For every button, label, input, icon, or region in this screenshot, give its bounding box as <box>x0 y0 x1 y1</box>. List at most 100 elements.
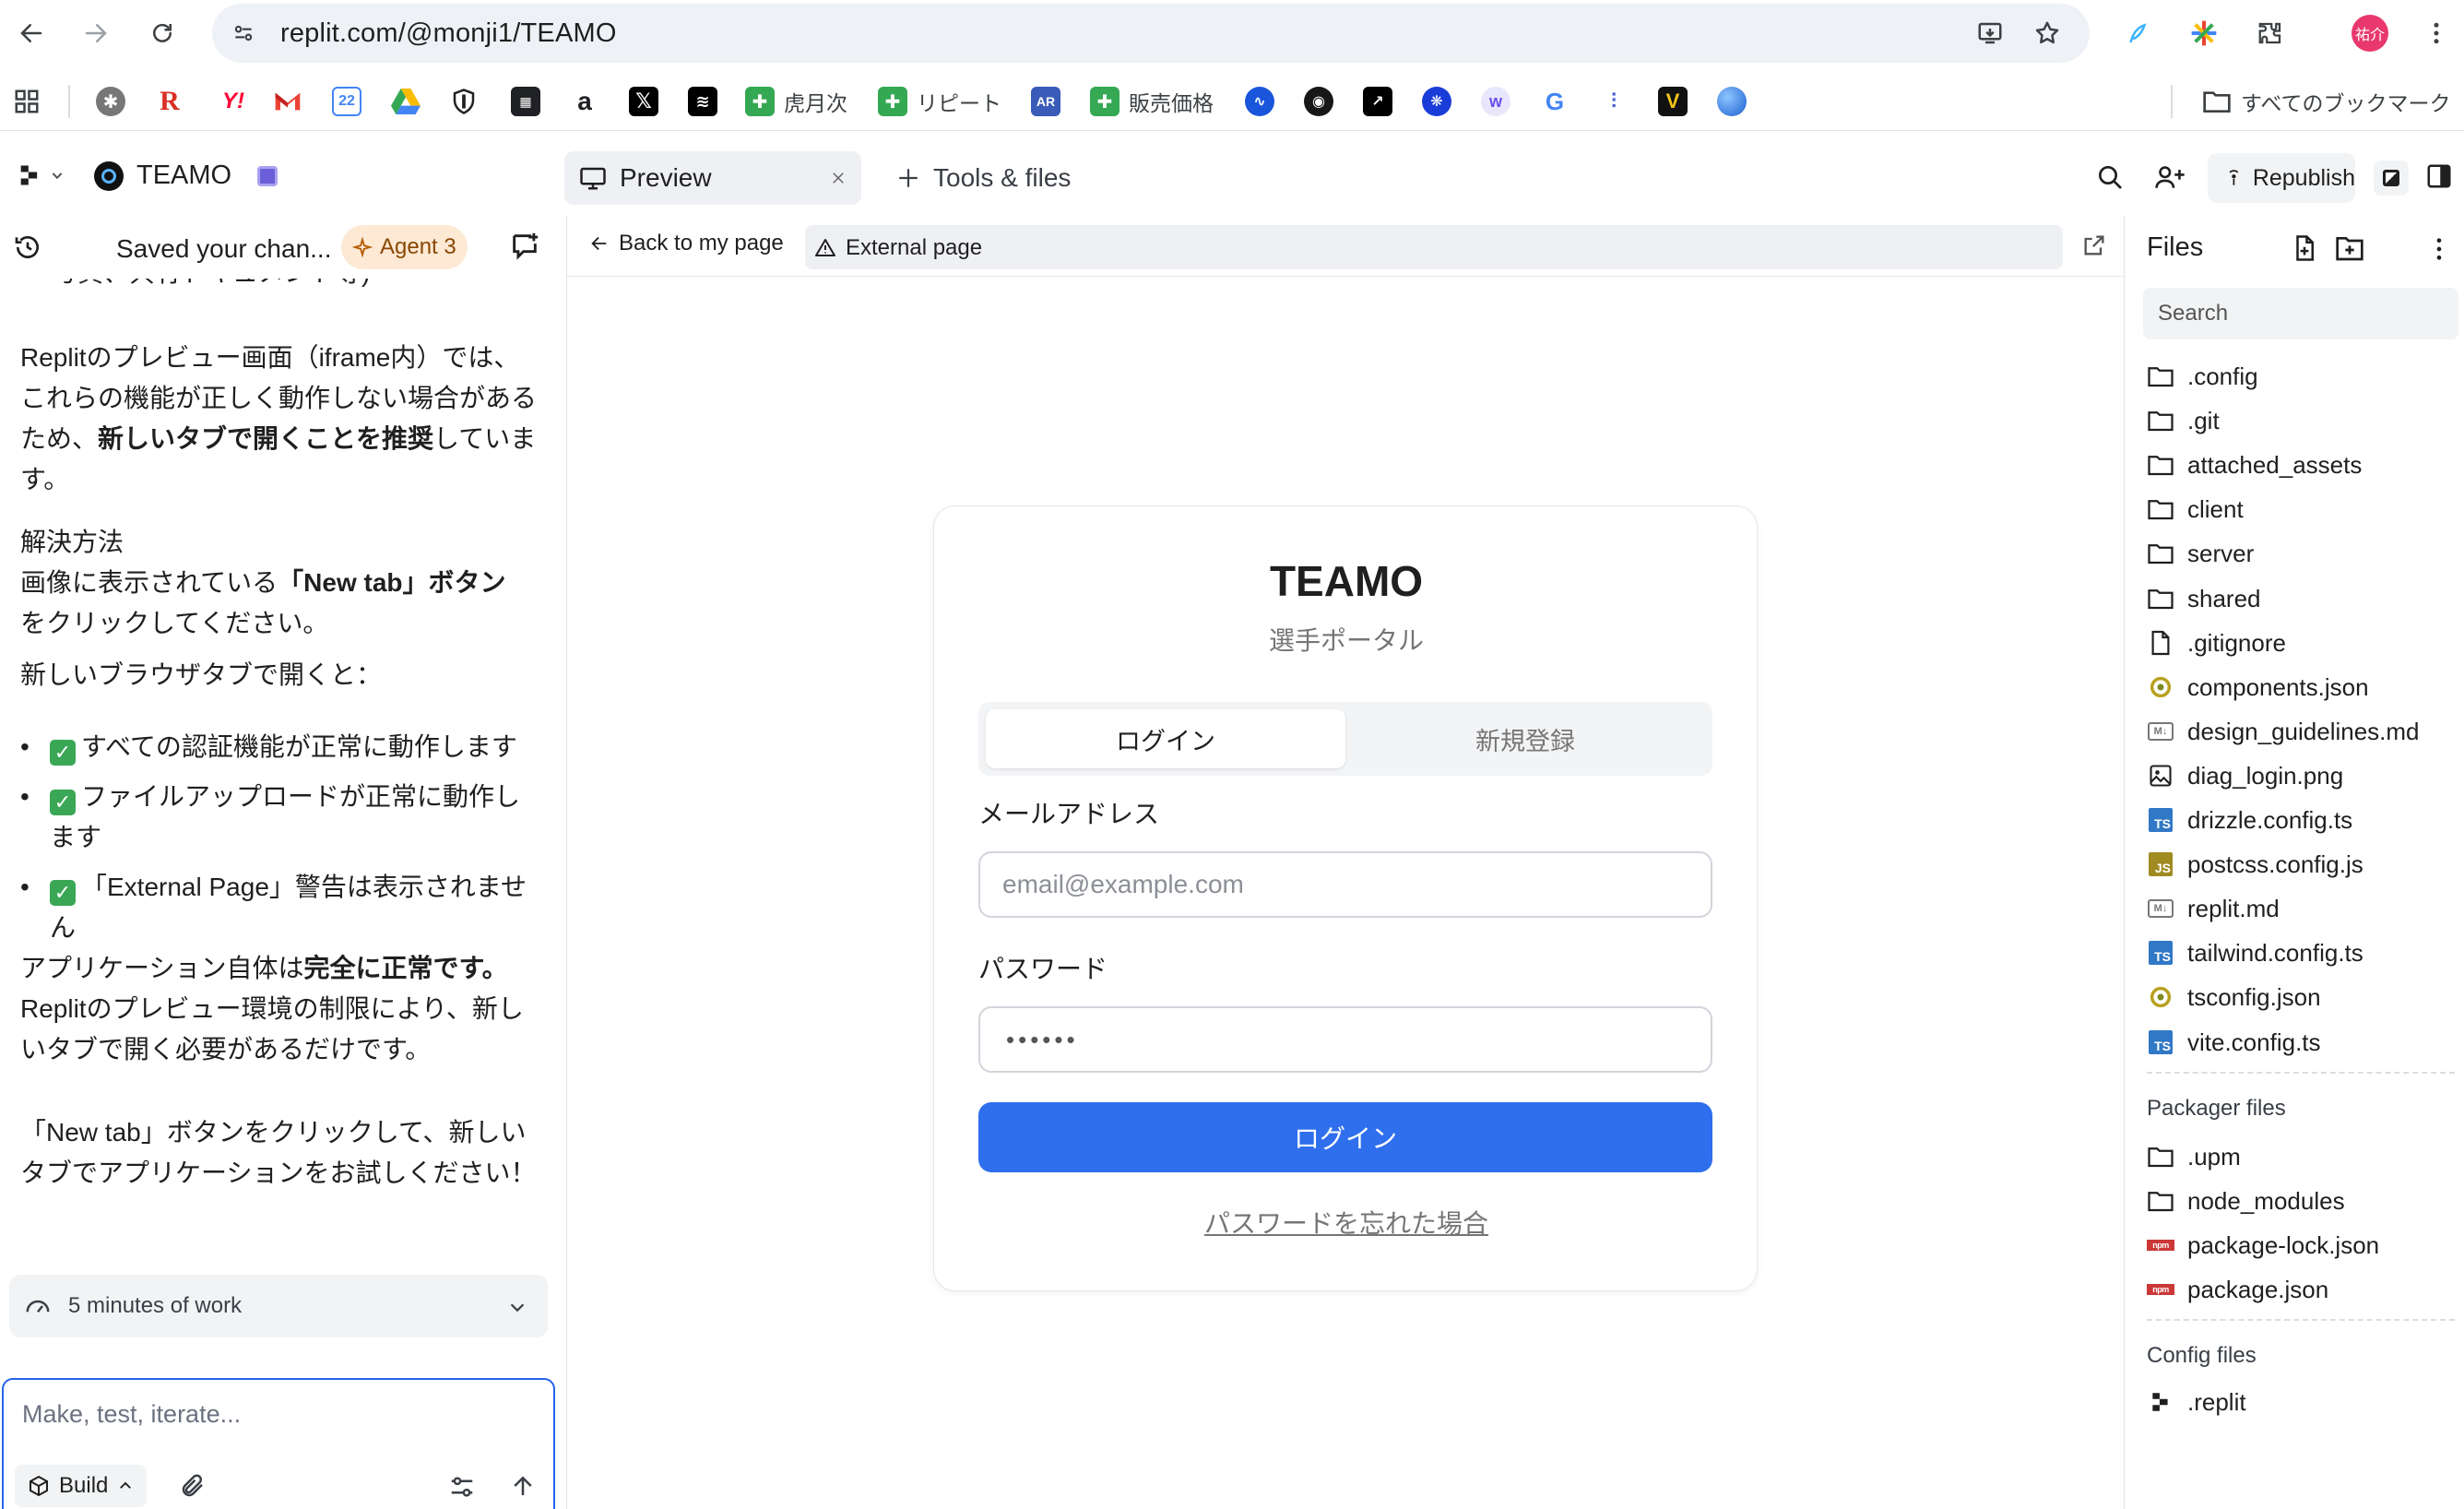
bookmark-sheet-2[interactable]: ✚ リピート <box>878 85 1001 118</box>
markdown-file-icon: M↓ <box>2147 895 2174 922</box>
tab-tools-files[interactable]: Tools & files <box>882 151 1085 205</box>
file-item[interactable]: M↓ design_guidelines.md <box>2147 713 2420 750</box>
folder-item[interactable]: shared <box>2147 580 2261 617</box>
bookmark-lines-icon[interactable]: ⫶ <box>1599 85 1629 118</box>
install-app-icon[interactable] <box>1970 13 2010 53</box>
bookmark-w-icon[interactable]: w <box>1481 85 1510 118</box>
bookmark-drive-icon[interactable] <box>391 85 421 118</box>
new-file-icon[interactable] <box>2291 234 2318 262</box>
file-item[interactable]: npm package-lock.json <box>2147 1227 2379 1264</box>
bookmark-calendar-icon[interactable]: 22 <box>332 85 361 118</box>
bookmarks-bar: ✱ R Y! 22 ▦ a 𝕏 ≋ ✚ 虎月次 ✚ リピート AR ✚ 販売価格… <box>0 72 2464 131</box>
send-arrow-up-icon[interactable] <box>509 1472 537 1500</box>
bookmark-notion-icon[interactable]: ≋ <box>688 85 717 118</box>
agent-badge[interactable]: Agent 3 <box>341 225 468 269</box>
close-tab-icon[interactable] <box>830 170 847 186</box>
replit-menu[interactable] <box>17 162 65 188</box>
all-bookmarks[interactable]: すべてのブックマーク <box>2202 85 2450 118</box>
bookmark-qr-icon[interactable]: ▦ <box>511 85 540 118</box>
file-item[interactable]: components.json <box>2147 669 2369 706</box>
file-item[interactable]: TS tailwind.config.ts <box>2147 934 2363 971</box>
work-summary[interactable]: 5 minutes of work <box>9 1275 548 1337</box>
folder-item[interactable]: .git <box>2147 402 2220 439</box>
profile-avatar[interactable]: 祐介 <box>2350 13 2390 53</box>
file-item[interactable]: diag_login.png <box>2147 757 2343 794</box>
back-to-my-page-button[interactable]: Back to my page <box>589 231 784 256</box>
attach-paperclip-icon[interactable] <box>179 1472 207 1500</box>
bookmark-star-icon[interactable] <box>2027 13 2067 53</box>
email-input[interactable]: email@example.com <box>978 851 1712 918</box>
password-input[interactable]: •••••• <box>978 1006 1712 1073</box>
file-item[interactable]: npm package.json <box>2147 1271 2328 1308</box>
republish-button[interactable]: Republish <box>2208 153 2355 203</box>
bookmark-external-icon[interactable]: ↗ <box>1363 85 1392 118</box>
file-name: .gitignore <box>2187 628 2286 657</box>
search-icon[interactable] <box>2095 162 2125 192</box>
new-folder-icon[interactable] <box>2335 234 2364 262</box>
tab-preview[interactable]: Preview <box>564 151 861 205</box>
bookmark-google-icon[interactable]: G <box>1540 85 1570 118</box>
typescript-file-icon: TS <box>2147 806 2174 834</box>
build-mode-button[interactable]: Build <box>15 1465 148 1507</box>
invite-user-icon[interactable] <box>2154 162 2186 192</box>
apps-grid-icon[interactable] <box>13 85 41 118</box>
cube-icon <box>30 1475 48 1497</box>
bookmark-sheet-1[interactable]: ✚ 虎月次 <box>745 85 847 118</box>
tab-register[interactable]: 新規登録 <box>1345 709 1705 768</box>
back-arrow-icon[interactable] <box>11 13 52 53</box>
chat-top-bar: Saved your chan... Agent 3 <box>0 216 564 279</box>
bookmark-openai-icon[interactable]: ❋ <box>1422 85 1451 118</box>
files-search-input[interactable]: Search <box>2143 288 2458 339</box>
tab-login[interactable]: ログイン <box>986 709 1345 768</box>
bookmark-v-icon[interactable]: V <box>1658 85 1688 118</box>
history-icon[interactable] <box>13 232 42 262</box>
forward-arrow-icon[interactable] <box>76 13 116 53</box>
site-settings-icon[interactable] <box>225 15 262 52</box>
folder-item[interactable]: client <box>2147 491 2244 528</box>
forgot-password-link[interactable]: パスワードを忘れた場合 <box>934 1204 1759 1241</box>
folder-item[interactable]: attached_assets <box>2147 446 2362 483</box>
bookmark-sheet-3[interactable]: ✚ 販売価格 <box>1090 85 1214 118</box>
external-page-bar[interactable]: External page <box>805 225 2063 269</box>
file-item[interactable]: .replit <box>2147 1384 2246 1420</box>
bookmark-gmail-icon[interactable] <box>273 85 302 118</box>
file-item[interactable]: JS postcss.config.js <box>2147 846 2363 883</box>
bookmark-globe-icon[interactable] <box>1717 85 1747 118</box>
extension-feather-icon[interactable] <box>2117 13 2158 53</box>
extensions-puzzle-icon[interactable] <box>2250 13 2291 53</box>
project-selector[interactable]: TEAMO <box>94 160 278 191</box>
bookmark-chart-icon[interactable]: ∿ <box>1245 85 1274 118</box>
folder-item[interactable]: server <box>2147 535 2254 572</box>
folder-item[interactable]: .upm <box>2147 1138 2241 1175</box>
file-item[interactable]: .gitignore <box>2147 624 2286 661</box>
bookmark-ar-icon[interactable]: AR <box>1031 85 1060 118</box>
bookmark-amazon-icon[interactable]: a <box>570 85 599 118</box>
files-more-icon[interactable] <box>2433 236 2446 262</box>
bookmark-r-icon[interactable]: R <box>155 85 184 118</box>
bookmark-shield-icon[interactable] <box>450 85 478 118</box>
open-in-new-tab-icon[interactable] <box>2081 232 2107 258</box>
file-item[interactable]: TS vite.config.ts <box>2147 1024 2321 1061</box>
chat-input[interactable]: Make, test, iterate... <box>22 1400 241 1429</box>
file-item[interactable]: M↓ replit.md <box>2147 890 2280 927</box>
address-bar[interactable]: replit.com/@monji1/TEAMO <box>212 4 2090 63</box>
bookmark-github-icon[interactable]: ◉ <box>1304 85 1333 118</box>
bookmark-yahoo-icon[interactable]: Y! <box>216 85 251 118</box>
browser-menu-icon[interactable] <box>2416 13 2457 53</box>
settings-sliders-icon[interactable] <box>448 1474 476 1500</box>
bookmark-gear-icon[interactable]: ✱ <box>96 85 125 118</box>
npm-file-icon: npm <box>2147 1276 2174 1303</box>
toggle-sidebar-icon[interactable] <box>2425 162 2453 190</box>
folder-item[interactable]: .config <box>2147 358 2258 395</box>
file-name: tsconfig.json <box>2187 982 2321 1011</box>
login-button[interactable]: ログイン <box>978 1102 1712 1172</box>
reload-icon[interactable] <box>142 13 183 53</box>
deploy-status-icon[interactable] <box>2374 160 2409 196</box>
extension-sparkle-icon[interactable] <box>2184 13 2224 53</box>
file-item[interactable]: TS drizzle.config.ts <box>2147 802 2352 838</box>
bookmark-x-icon[interactable]: 𝕏 <box>629 85 658 118</box>
file-name: diag_login.png <box>2187 761 2344 790</box>
file-item[interactable]: tsconfig.json <box>2147 979 2321 1016</box>
new-chat-icon[interactable] <box>509 231 540 262</box>
folder-item[interactable]: node_modules <box>2147 1182 2345 1219</box>
